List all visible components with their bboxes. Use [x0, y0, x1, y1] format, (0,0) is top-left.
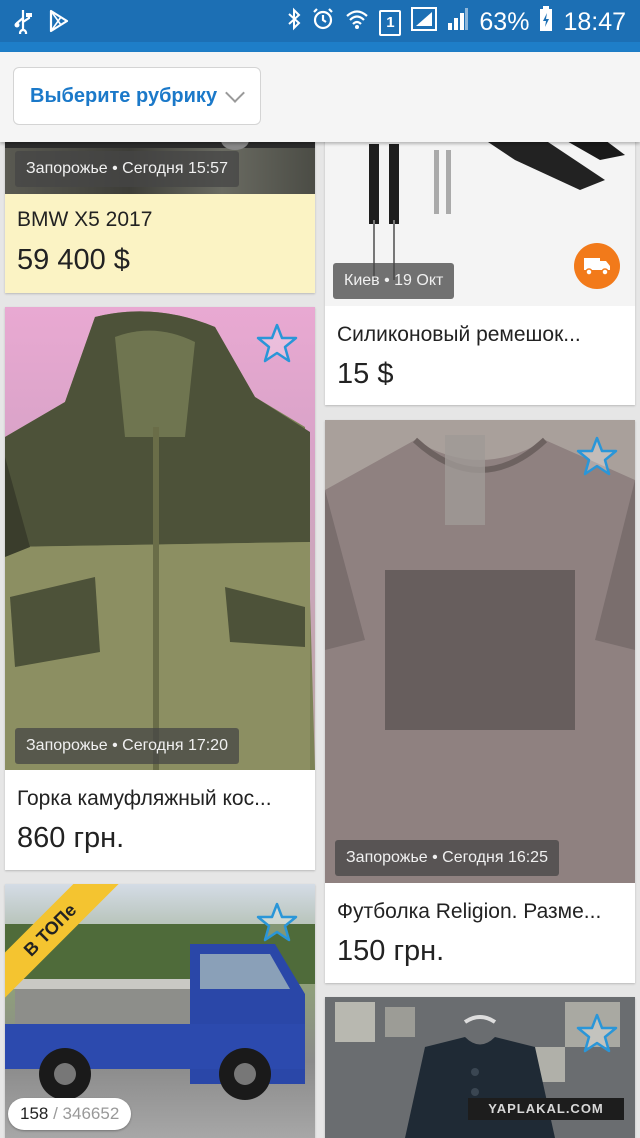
sim-icon: 1: [379, 9, 402, 36]
listing-location: Запорожье • Сегодня 16:25: [335, 840, 559, 876]
alarm-icon: [311, 7, 335, 38]
favorite-star-icon[interactable]: [255, 901, 299, 945]
bluetooth-icon: [287, 7, 301, 38]
usb-icon: [12, 8, 34, 39]
listing-card-bmw[interactable]: Запорожье • Сегодня 15:57 BMW X5 2017 59…: [5, 120, 315, 293]
signal-box-icon: [411, 7, 438, 38]
counter-current: 158: [20, 1104, 49, 1123]
app-bar-edge: [0, 42, 640, 52]
category-select-label: Выберите рубрику: [30, 84, 218, 107]
watermark-text: YAPLAKAL.COM: [488, 1101, 604, 1116]
listing-location: Киев • 19 Окт: [333, 263, 455, 299]
listing-card-jacket[interactable]: Запорожье • Сегодня 17:20 Горка камуфляж…: [5, 307, 315, 870]
listing-location: Запорожье • Сегодня 15:57: [15, 151, 239, 187]
listing-location: Запорожье • Сегодня 17:20: [15, 728, 239, 764]
listing-card-tshirt[interactable]: Запорожье • Сегодня 16:25 Футболка Relig…: [325, 420, 635, 983]
favorite-star-icon[interactable]: [575, 435, 619, 479]
results-counter: 158 / 346652: [8, 1098, 132, 1130]
counter-total: / 346652: [53, 1104, 120, 1123]
signal-icon: [447, 7, 469, 38]
play-store-icon: [48, 9, 70, 38]
listing-price: 15 $: [337, 358, 394, 390]
listing-price: 150 грн.: [337, 935, 445, 967]
listing-title: Силиконовый ремешок...: [337, 323, 581, 346]
favorite-star-icon[interactable]: [255, 322, 299, 366]
listing-price: 860 грн.: [17, 822, 125, 854]
delivery-truck-icon: [574, 243, 620, 289]
listing-title: BMW X5 2017: [17, 208, 153, 231]
listing-price: 59 400 $: [17, 244, 130, 276]
listing-title: Футболка Religion. Разме...: [337, 900, 602, 923]
battery-percent: 63%: [479, 8, 530, 36]
listing-image: [5, 307, 315, 770]
category-select-button[interactable]: Выберите рубрику: [13, 67, 261, 125]
chevron-down-icon: [225, 83, 245, 103]
listing-card-strap[interactable]: Киев • 19 Окт Силиконовый ремешок... 15 …: [325, 120, 635, 405]
wifi-icon: [345, 7, 369, 38]
battery-charging-icon: [539, 6, 553, 39]
watermark: YAPLAKAL.COM: [468, 1098, 624, 1120]
category-bar: Выберите рубрику: [0, 52, 640, 142]
listing-image: [325, 420, 635, 883]
status-bar: 1 63% 18:47: [0, 0, 640, 42]
favorite-star-icon[interactable]: [575, 1012, 619, 1056]
clock: 18:47: [563, 8, 626, 36]
listing-title: Горка камуфляжный кос...: [17, 787, 272, 810]
